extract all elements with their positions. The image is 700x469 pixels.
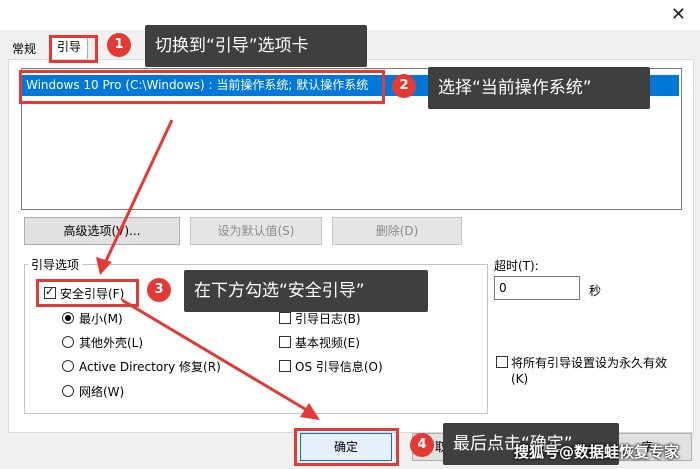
step-2-badge: 2 <box>392 74 416 98</box>
step-1-badge: 1 <box>107 33 131 57</box>
step-3-callout: 在下方勾选“安全引导” <box>184 270 428 312</box>
arrow-to-boot-options <box>103 119 174 264</box>
step-1-callout: 切换到“引导”选项卡 <box>145 25 367 67</box>
arrow-head-icon <box>300 403 320 420</box>
step-2-callout: 选择“当前操作系统” <box>428 67 650 109</box>
step-4-badge: 4 <box>410 433 434 457</box>
arrow-head-icon <box>96 257 112 275</box>
arrow-to-ok <box>121 298 311 414</box>
watermark: 搜狐号@数据蛙恢复专家 <box>514 443 680 461</box>
step-3-badge: 3 <box>147 278 171 302</box>
